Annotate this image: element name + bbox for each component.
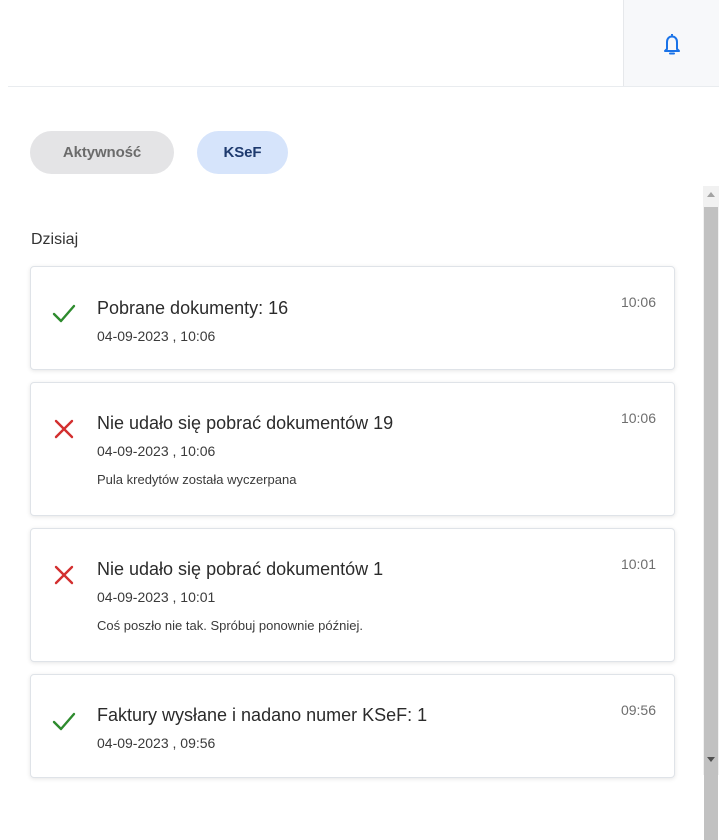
notification-date: 04-09-2023 , 09:56 bbox=[97, 735, 216, 751]
bell-icon bbox=[664, 33, 680, 54]
notification-time: 10:01 bbox=[620, 556, 656, 572]
notification-time: 10:06 bbox=[620, 410, 656, 426]
scroll-up-arrow-icon[interactable] bbox=[707, 192, 715, 197]
notification-title: Nie udało się pobrać dokumentów 1 bbox=[97, 559, 384, 579]
section-title: Dzisiaj bbox=[31, 231, 79, 248]
tab-ksef[interactable]: KSeF bbox=[197, 131, 288, 174]
notification-title: Pobrane dokumenty: 16 bbox=[97, 298, 289, 318]
notifications-button[interactable] bbox=[623, 0, 719, 87]
notification-date: 04-09-2023 , 10:01 bbox=[97, 589, 216, 605]
divider bbox=[8, 86, 719, 87]
cross-icon bbox=[54, 419, 74, 439]
notification-date: 04-09-2023 , 10:06 bbox=[97, 328, 216, 344]
notification-message: Pula kredytów została wyczerpana bbox=[97, 472, 297, 487]
top-bar bbox=[0, 0, 719, 88]
notification-card[interactable]: Nie udało się pobrać dokumentów 19 04-09… bbox=[30, 382, 675, 516]
notification-card[interactable]: Nie udało się pobrać dokumentów 1 04-09-… bbox=[30, 528, 675, 662]
notification-time: 09:56 bbox=[620, 702, 656, 718]
notification-date: 04-09-2023 , 10:06 bbox=[97, 443, 216, 459]
tab-aktywnosc[interactable]: Aktywność bbox=[30, 131, 174, 174]
scrollbar[interactable] bbox=[703, 186, 719, 840]
scroll-down-arrow-icon[interactable] bbox=[707, 757, 715, 762]
scroll-thumb[interactable] bbox=[704, 207, 718, 840]
notification-card[interactable]: Faktury wysłane i nadano numer KSeF: 1 0… bbox=[30, 674, 675, 778]
check-icon bbox=[52, 304, 76, 323]
notification-title: Faktury wysłane i nadano numer KSeF: 1 bbox=[97, 705, 428, 725]
notification-title: Nie udało się pobrać dokumentów 19 bbox=[97, 413, 394, 433]
notification-message: Coś poszło nie tak. Spróbuj ponownie póź… bbox=[97, 618, 363, 633]
check-icon bbox=[52, 712, 76, 731]
cross-icon bbox=[54, 565, 74, 585]
notification-card[interactable]: Pobrane dokumenty: 16 04-09-2023 , 10:06… bbox=[30, 266, 675, 370]
notification-time: 10:06 bbox=[620, 294, 656, 310]
